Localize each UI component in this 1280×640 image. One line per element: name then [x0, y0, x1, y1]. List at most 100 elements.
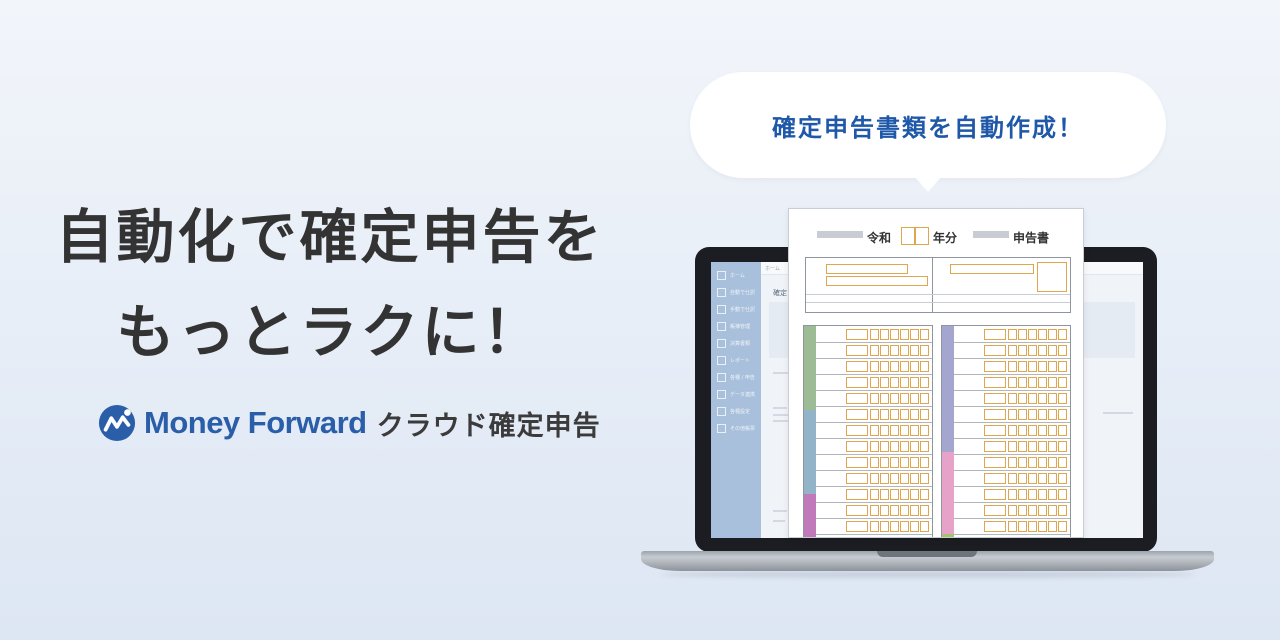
form-digit-cell	[1038, 489, 1047, 500]
form-digit-cell	[1058, 425, 1067, 436]
form-digit-cell	[920, 377, 929, 388]
form-digit-cell	[900, 393, 909, 404]
sidebar-item[interactable]: 各種 / 申告	[717, 372, 761, 382]
form-digit-cell	[1028, 345, 1037, 356]
statement-icon	[717, 338, 726, 348]
form-digit-cell	[1008, 521, 1017, 532]
form-digit-cell	[910, 457, 919, 468]
form-row	[954, 438, 1070, 455]
income-grid-right	[941, 325, 1071, 538]
form-digit-cell	[900, 521, 909, 532]
form-digit-cell	[890, 489, 899, 500]
photo-box	[1037, 262, 1067, 292]
year-input-box	[915, 227, 929, 245]
form-digit-cell	[1058, 361, 1067, 372]
sidebar-item[interactable]: 自動で仕訳	[717, 287, 761, 297]
form-digit-cell	[1038, 425, 1047, 436]
form-digit-cell	[1048, 425, 1057, 436]
sidebar-item[interactable]: 手動で仕訳	[717, 304, 761, 314]
form-row	[954, 470, 1070, 487]
form-row	[816, 374, 932, 391]
report-icon	[717, 355, 726, 365]
form-digit-cell	[920, 361, 929, 372]
form-digit-cell	[1058, 345, 1067, 356]
form-digit-cell	[880, 537, 889, 538]
form-cell	[984, 345, 1006, 356]
form-digit-cell	[1028, 537, 1037, 538]
form-digit-cell	[1038, 393, 1047, 404]
form-digit-cell	[880, 489, 889, 500]
form-digit-cell	[880, 425, 889, 436]
form-digit-cell	[1048, 489, 1057, 500]
form-digit-cell	[880, 409, 889, 420]
form-cell	[984, 537, 1006, 538]
form-digit-cell	[1018, 425, 1027, 436]
form-digit-cell	[870, 409, 879, 420]
sidebar-item[interactable]: データ連携	[717, 389, 761, 399]
form-digit-cell	[880, 393, 889, 404]
era-label: 令和	[867, 231, 892, 245]
form-digit-cell	[1018, 329, 1027, 340]
document-title: 申告書	[1013, 231, 1050, 245]
year-input-box	[901, 227, 915, 245]
form-cell	[846, 473, 868, 484]
form-row	[816, 326, 932, 343]
speech-bubble-text: 確定申告書類を自動作成！	[772, 113, 1084, 142]
form-digit-cell	[910, 409, 919, 420]
form-digit-cell	[1038, 329, 1047, 340]
form-digit-cell	[880, 329, 889, 340]
form-row	[816, 390, 932, 407]
form-digit-cell	[1008, 377, 1017, 388]
content-line	[1103, 412, 1133, 414]
sidebar-item[interactable]: 各種設定	[717, 406, 761, 416]
form-digit-cell	[1008, 329, 1017, 340]
form-digit-cell	[920, 329, 929, 340]
sidebar-item[interactable]: ホーム	[717, 270, 761, 280]
form-digit-cell	[1028, 441, 1037, 452]
year-suffix-label: 年分	[933, 231, 958, 245]
list-icon	[717, 423, 726, 433]
form-digit-cell	[900, 425, 909, 436]
form-row	[816, 518, 932, 535]
form-cell	[846, 521, 868, 532]
form-digit-cell	[1058, 441, 1067, 452]
form-digit-cell	[1028, 377, 1037, 388]
form-digit-cell	[1058, 377, 1067, 388]
form-cell	[846, 361, 868, 372]
form-digit-cell	[1028, 425, 1037, 436]
form-row	[954, 358, 1070, 375]
sidebar-item[interactable]: 帳簿管理	[717, 321, 761, 331]
tax-color-strip	[804, 494, 816, 537]
form-digit-cell	[1018, 409, 1027, 420]
form-digit-cell	[870, 489, 879, 500]
form-digit-cell	[910, 393, 919, 404]
form-row	[816, 358, 932, 375]
section-color-strip	[942, 326, 954, 452]
content-line	[773, 407, 787, 409]
form-row	[816, 454, 932, 471]
sidebar-item[interactable]: その他帳票	[717, 423, 761, 433]
sidebar-item-label: 各種 / 申告	[730, 374, 755, 381]
form-digit-cell	[1008, 473, 1017, 484]
form-digit-cell	[920, 409, 929, 420]
form-digit-cell	[880, 457, 889, 468]
form-digit-cell	[880, 377, 889, 388]
form-digit-cell	[1028, 409, 1037, 420]
form-row	[816, 406, 932, 423]
sidebar-item[interactable]: レポート	[717, 355, 761, 365]
form-row	[954, 486, 1070, 503]
form-digit-cell	[910, 489, 919, 500]
form-digit-cell	[870, 425, 879, 436]
form-digit-cell	[1048, 521, 1057, 532]
deduction-color-strip	[804, 410, 816, 494]
form-digit-cell	[870, 345, 879, 356]
form-digit-cell	[1038, 537, 1047, 538]
form-digit-cell	[880, 521, 889, 532]
form-digit-cell	[900, 441, 909, 452]
form-digit-cell	[900, 361, 909, 372]
form-row	[816, 422, 932, 439]
form-digit-cell	[900, 329, 909, 340]
form-cell	[846, 489, 868, 500]
form-cell	[846, 537, 868, 538]
sidebar-item[interactable]: 決算書類	[717, 338, 761, 348]
